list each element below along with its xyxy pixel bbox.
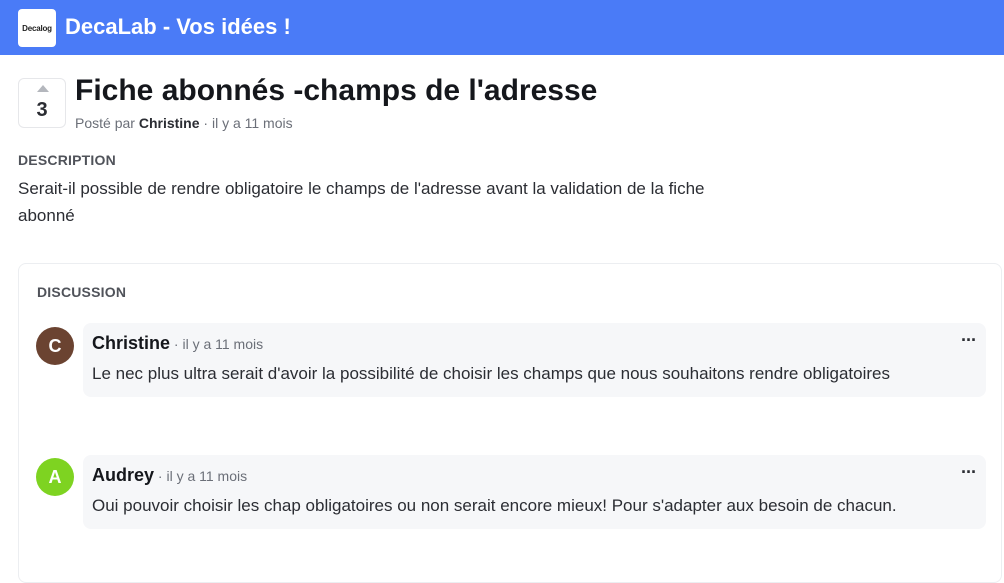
comment-card: Audrey · il y a 11 mois ··· Oui pouvoir … <box>83 455 986 529</box>
discussion-label: DISCUSSION <box>37 284 127 300</box>
discussion-panel: DISCUSSION C Christine · il y a 11 mois … <box>18 263 1002 583</box>
description-label: DESCRIPTION <box>18 152 116 168</box>
logo-text: Decalog <box>22 23 52 33</box>
comment-time: · il y a 11 mois <box>173 336 264 352</box>
comment-time: · il y a 11 mois <box>157 468 248 484</box>
meta-prefix: Posté par <box>75 115 135 131</box>
post-title: Fiche abonnés -champs de l'adresse <box>75 74 598 107</box>
post-author[interactable]: Christine <box>139 115 200 131</box>
app-title[interactable]: DecaLab - Vos idées ! <box>65 14 291 40</box>
post-meta: Posté par Christine · il y a 11 mois <box>75 115 293 131</box>
avatar[interactable]: C <box>36 327 74 365</box>
vote-count: 3 <box>36 99 48 121</box>
comment-text: Le nec plus ultra serait d'avoir la poss… <box>92 364 890 383</box>
comment-header: Audrey · il y a 11 mois <box>92 465 976 486</box>
more-options-icon[interactable]: ··· <box>961 463 977 481</box>
post-time: · il y a 11 mois <box>203 115 293 131</box>
comment-text: Oui pouvoir choisir les chap obligatoire… <box>92 496 897 515</box>
avatar-letter: C <box>48 335 62 356</box>
top-bar: Decalog DecaLab - Vos idées ! <box>0 0 1004 55</box>
avatar[interactable]: A <box>36 458 74 496</box>
decalog-logo[interactable]: Decalog <box>18 9 56 47</box>
comment-author[interactable]: Christine <box>92 333 170 353</box>
vote-box[interactable]: 3 <box>18 78 66 128</box>
comment-card: Christine · il y a 11 mois ··· Le nec pl… <box>83 323 986 397</box>
avatar-letter: A <box>48 466 62 487</box>
comment-author[interactable]: Audrey <box>92 465 154 485</box>
comment-header: Christine · il y a 11 mois <box>92 333 976 354</box>
more-options-icon[interactable]: ··· <box>961 331 977 349</box>
description-text: Serait-il possible de rendre obligatoire… <box>18 179 705 225</box>
upvote-arrow-icon[interactable] <box>37 85 49 92</box>
